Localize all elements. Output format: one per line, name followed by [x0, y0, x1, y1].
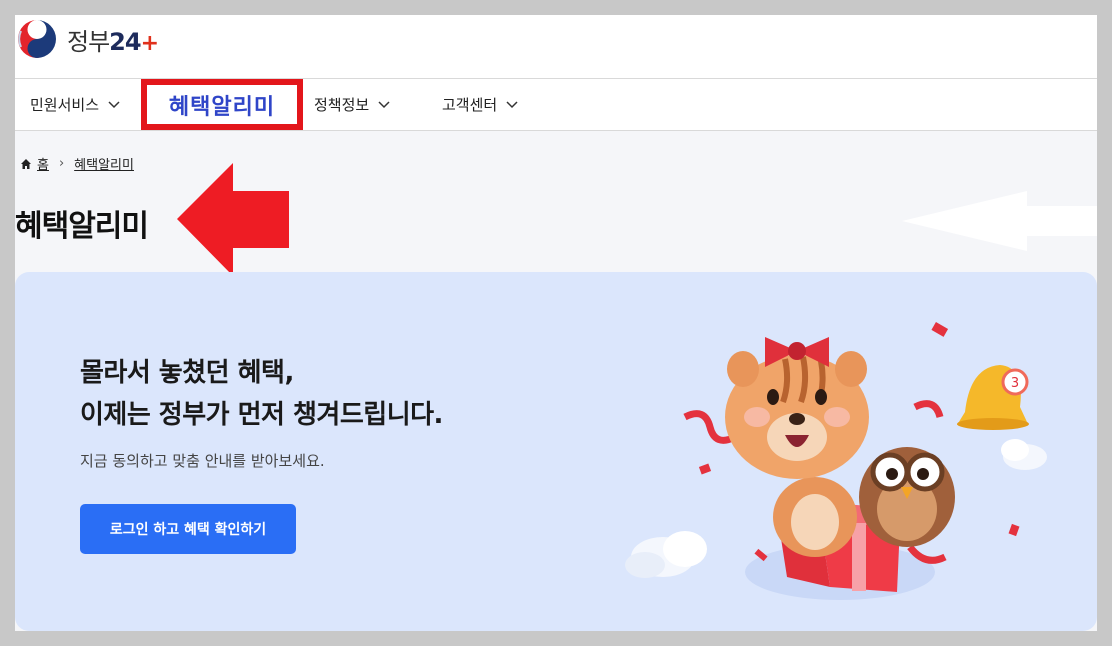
mascot-gift-illustration: 3 — [625, 322, 1047, 600]
banner-headline-line2: 이제는 정부가 먼저 챙겨드립니다. — [80, 400, 443, 430]
breadcrumb-home-link[interactable]: 홈 — [37, 154, 49, 173]
red-arrow-icon — [177, 163, 289, 276]
chevron-down-icon — [506, 100, 518, 108]
nav-item-label: 고객센터 — [442, 96, 498, 114]
nav-item-policy-info[interactable]: 정책정보 — [314, 79, 390, 130]
logo-text: 정부24+ — [67, 27, 159, 56]
benefit-banner: 몰라서 놓쳤던 혜택, 이제는 정부가 먼저 챙겨드립니다. 지금 동의하고 맞… — [15, 272, 1097, 631]
main-nav: 민원서비스 혜택알리미 정책정보 고객센터 — [15, 79, 1097, 131]
nav-item-label: 정책정보 — [314, 96, 370, 114]
breadcrumb-current[interactable]: 혜택알리미 — [74, 154, 134, 173]
page-title: 혜택알리미 — [15, 209, 149, 244]
cloud-icon — [1001, 439, 1047, 470]
chevron-down-icon — [378, 100, 390, 108]
banner-headline: 몰라서 놓쳤던 혜택, 이제는 정부가 먼저 챙겨드립니다. — [80, 352, 443, 436]
gov24-logo[interactable]: 정부24+ — [15, 17, 159, 61]
chevron-down-icon — [108, 100, 120, 108]
nav-item-benefit-alert[interactable]: 혜택알리미 — [141, 79, 303, 130]
white-arrow-icon — [902, 191, 1097, 251]
nav-item-label: 민원서비스 — [30, 96, 100, 114]
home-icon — [21, 158, 31, 169]
nav-item-label: 혜택알리미 — [168, 94, 276, 120]
page-frame: 정부24+ 민원서비스 혜택알리미 정책정보 고객센터 홈 › 혜택알리미 혜택… — [15, 15, 1097, 631]
banner-subtitle: 지금 동의하고 맞춤 안내를 받아보세요. — [80, 452, 325, 470]
nav-item-customer-center[interactable]: 고객센터 — [442, 79, 518, 130]
nav-item-civil-service[interactable]: 민원서비스 — [30, 79, 120, 130]
gov-logo-icon — [16, 18, 58, 60]
chevron-right-icon: › — [58, 156, 65, 171]
top-header: 정부24+ — [15, 15, 1097, 79]
login-check-benefits-button[interactable]: 로그인 하고 혜택 확인하기 — [80, 504, 296, 554]
svg-text:3: 3 — [1011, 376, 1019, 391]
cloud-icon — [625, 531, 707, 578]
bell-icon: 3 — [957, 365, 1029, 430]
banner-headline-line1: 몰라서 놓쳤던 혜택, — [80, 358, 294, 388]
breadcrumb: 홈 › 혜택알리미 — [20, 154, 134, 173]
